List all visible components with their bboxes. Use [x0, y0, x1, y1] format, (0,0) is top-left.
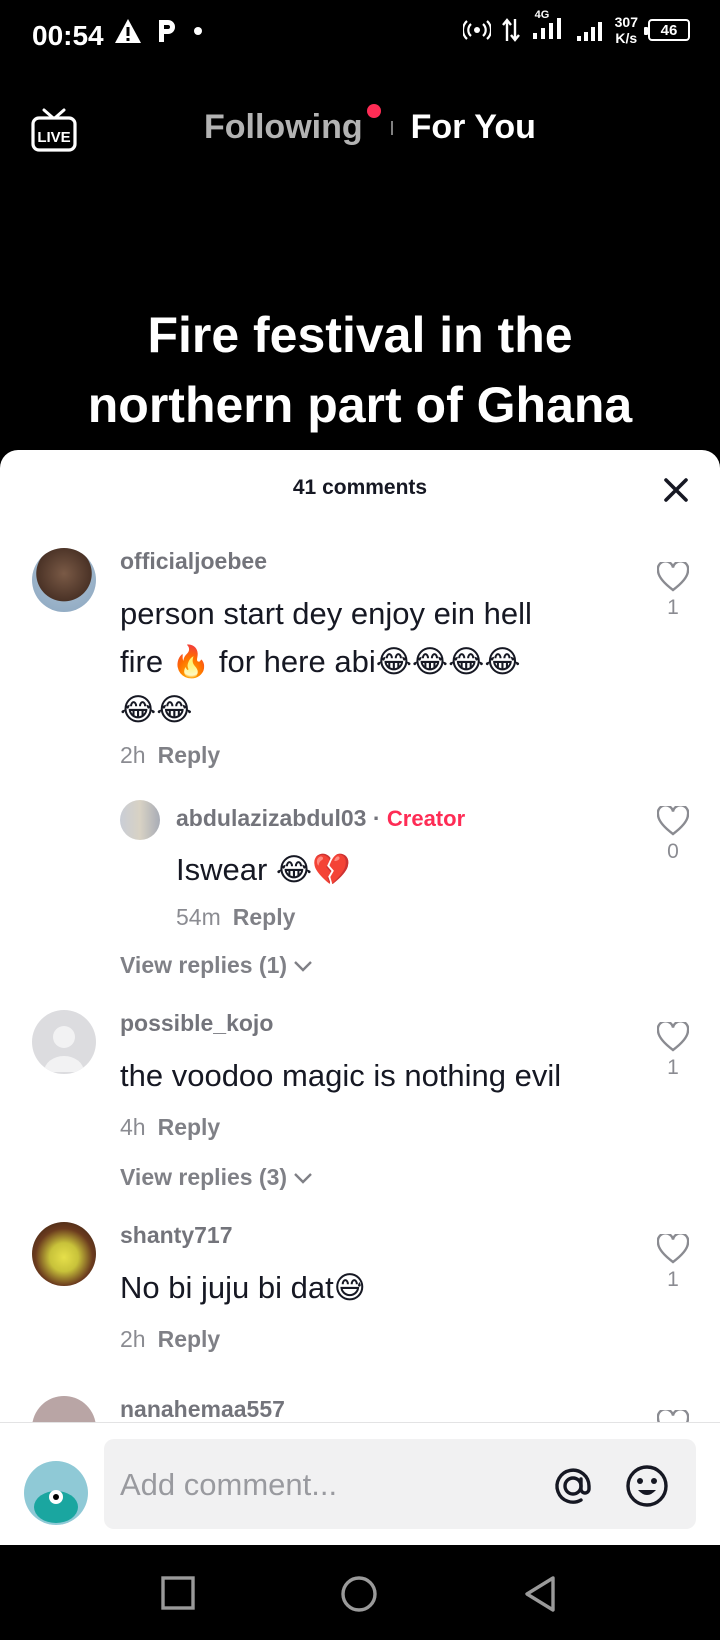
square-icon: [161, 1576, 195, 1610]
warning-icon: [115, 19, 141, 43]
heart-icon: [657, 1022, 689, 1052]
emoji-button[interactable]: [624, 1463, 670, 1509]
avatar[interactable]: [32, 1010, 96, 1074]
like-button[interactable]: 1: [656, 1022, 690, 1080]
comment-username[interactable]: officialjoebee: [120, 548, 267, 575]
reply-text: Iswear 😂💔: [176, 852, 351, 887]
comment-text: No bi juju bi dat😅: [120, 1270, 367, 1305]
data-transfer-icon: [501, 18, 520, 42]
comment-time: 2h: [120, 742, 146, 768]
avatar[interactable]: [32, 1222, 96, 1286]
view-replies-button[interactable]: View replies (1): [120, 952, 313, 979]
comments-sheet: 41 comments officialjoebee person start …: [0, 450, 720, 1545]
heart-icon: [657, 806, 689, 836]
notification-dot-icon: [194, 27, 202, 35]
signal-4g: 4G: [531, 9, 565, 45]
tab-for-you[interactable]: For You: [411, 108, 536, 147]
comment-username[interactable]: possible_kojo: [120, 1010, 273, 1037]
battery-indicator: 46: [644, 19, 690, 41]
reply-button[interactable]: Reply: [158, 1114, 221, 1140]
comments-header: 41 comments: [0, 450, 720, 526]
video-caption: Fire festival in the northern part of Gh…: [87, 307, 633, 433]
close-icon: [664, 478, 688, 502]
back-button[interactable]: [522, 1575, 558, 1618]
svg-text:LIVE: LIVE: [37, 129, 70, 146]
comment-input[interactable]: Add comment...: [104, 1439, 696, 1529]
reply-meta: 54m Reply: [176, 904, 295, 931]
live-tv-icon: LIVE: [31, 108, 77, 152]
recents-button[interactable]: [160, 1575, 196, 1616]
mention-button[interactable]: [550, 1463, 596, 1509]
default-avatar-icon: [44, 1026, 84, 1072]
avatar[interactable]: [120, 800, 160, 840]
comment-time: 4h: [120, 1114, 146, 1140]
reply-time: 54m: [176, 904, 221, 930]
heart-icon: [657, 562, 689, 592]
comments-count-title: 41 comments: [292, 476, 428, 499]
view-replies-button[interactable]: View replies (3): [120, 1164, 313, 1191]
reply-username-row: abdulazizabdul03 · Creator: [176, 805, 466, 831]
comment-text: the voodoo magic is nothing evil: [120, 1058, 562, 1093]
like-count: 1: [667, 1268, 679, 1291]
comment-text: person start dey enjoy ein hell fire 🔥 f…: [120, 596, 532, 727]
comment-time: 2h: [120, 1326, 146, 1352]
triangle-back-icon: [525, 1576, 555, 1612]
hotspot-icon: [462, 20, 491, 40]
like-button[interactable]: 1: [656, 562, 690, 620]
circle-icon: [341, 1576, 377, 1612]
chevron-down-icon: [294, 960, 312, 972]
close-button[interactable]: [662, 476, 690, 504]
comment-meta: 2h Reply: [120, 1326, 220, 1353]
tab-separator: [390, 120, 393, 135]
status-time: 00:54: [32, 20, 104, 51]
reply-username[interactable]: abdulazizabdul03: [176, 805, 366, 831]
home-button[interactable]: [340, 1575, 378, 1618]
heart-icon: [657, 1234, 689, 1264]
emoji-icon: [626, 1465, 668, 1507]
at-sign-icon: [555, 1468, 591, 1504]
like-count: 0: [667, 840, 679, 863]
user-avatar[interactable]: [24, 1461, 88, 1525]
creator-badge: Creator: [386, 806, 466, 831]
monster-avatar-icon: [34, 1490, 78, 1523]
status-bar: 00:54 4G 307 K/s 46: [0, 0, 720, 70]
chevron-down-icon: [294, 1172, 312, 1184]
like-count: 1: [667, 596, 679, 619]
network-speed: 307 K/s: [614, 14, 638, 46]
comment-input-bar: Add comment...: [0, 1422, 720, 1544]
comment-meta: 4h Reply: [120, 1114, 220, 1141]
tab-following[interactable]: Following: [204, 104, 381, 147]
comment-input-placeholder: Add comment...: [120, 1467, 338, 1502]
signal-icon-2: [576, 22, 602, 41]
like-count: 1: [667, 1056, 679, 1079]
reply-button[interactable]: Reply: [233, 904, 296, 930]
live-button[interactable]: LIVE: [30, 106, 78, 152]
like-button[interactable]: 0: [656, 806, 690, 864]
parking-icon: [159, 20, 175, 42]
system-nav-bar: [0, 1545, 720, 1640]
top-nav: LIVE Following For You: [0, 92, 720, 162]
reply-button[interactable]: Reply: [158, 742, 221, 768]
avatar[interactable]: [32, 548, 96, 612]
comment-meta: 2h Reply: [120, 742, 220, 769]
new-content-dot: [366, 104, 381, 118]
comment-username[interactable]: nanahemaa557: [120, 1396, 285, 1423]
comment-username[interactable]: shanty717: [120, 1222, 233, 1249]
reply-button[interactable]: Reply: [158, 1326, 221, 1352]
like-button[interactable]: 1: [656, 1234, 690, 1292]
